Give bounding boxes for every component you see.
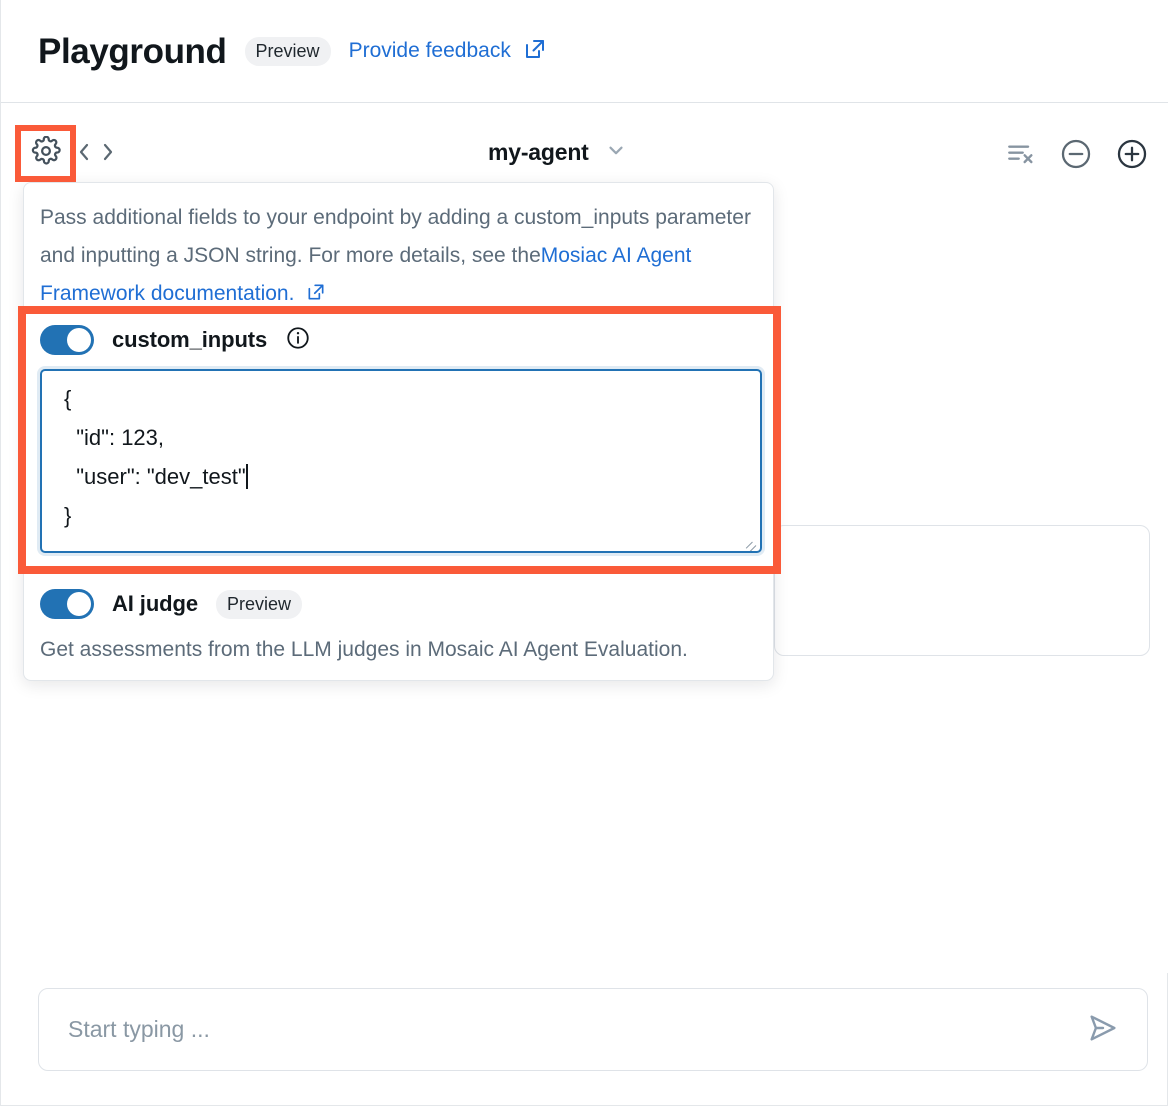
external-link-icon[interactable] <box>306 277 326 315</box>
ai-judge-preview-badge: Preview <box>216 590 302 619</box>
plus-circle-icon[interactable] <box>1113 135 1151 173</box>
textarea-resize-handle[interactable] <box>740 531 756 547</box>
agent-name-label: my-agent <box>488 139 589 166</box>
page-title: Playground <box>38 34 227 69</box>
settings-popover: Pass additional fields to your endpoint … <box>23 182 774 681</box>
custom-inputs-toggle[interactable] <box>40 325 94 355</box>
custom-inputs-closing-brace: } <box>64 503 71 528</box>
popover-description: Pass additional fields to your endpoint … <box>40 199 764 315</box>
chevron-down-icon <box>605 139 627 166</box>
ai-judge-field: AI judge Preview Get assessments from th… <box>40 587 762 665</box>
custom-inputs-label: custom_inputs <box>112 327 267 353</box>
minus-circle-icon[interactable] <box>1057 135 1095 173</box>
preview-badge: Preview <box>245 37 331 66</box>
settings-button[interactable] <box>15 125 76 182</box>
custom-inputs-value: { "id": 123, "user": "dev_test" <box>64 386 246 489</box>
toggle-knob <box>67 328 91 352</box>
ai-judge-toggle[interactable] <box>40 589 94 619</box>
custom-inputs-textarea[interactable]: { "id": 123, "user": "dev_test" } <box>40 369 762 553</box>
info-circle-icon[interactable] <box>285 325 311 356</box>
gear-icon <box>31 136 61 171</box>
custom-inputs-header: custom_inputs <box>40 323 762 357</box>
send-icon <box>1086 1011 1120 1048</box>
clear-list-icon[interactable] <box>1001 135 1039 173</box>
toggle-knob <box>67 592 91 616</box>
playground-page: Playground Preview Provide feedback <box>0 0 1168 1106</box>
chevron-left-icon[interactable] <box>75 141 93 163</box>
external-link-icon[interactable] <box>523 37 547 66</box>
chevron-right-icon[interactable] <box>99 141 117 163</box>
ai-judge-description: Get assessments from the LLM judges in M… <box>40 635 762 665</box>
chat-input[interactable] <box>68 1016 1081 1043</box>
ai-judge-label: AI judge <box>112 591 198 617</box>
page-header: Playground Preview Provide feedback <box>1 0 1168 103</box>
send-button[interactable] <box>1081 1008 1125 1052</box>
agent-selector[interactable]: my-agent <box>488 139 627 166</box>
text-caret <box>246 464 248 489</box>
message-card <box>774 525 1150 656</box>
custom-inputs-field: custom_inputs <box>40 323 762 357</box>
toolbar-actions <box>1001 135 1151 173</box>
provide-feedback-link[interactable]: Provide feedback <box>349 39 511 63</box>
ai-judge-header: AI judge Preview <box>40 587 762 621</box>
history-navigation <box>75 141 117 163</box>
chat-composer <box>38 988 1148 1071</box>
